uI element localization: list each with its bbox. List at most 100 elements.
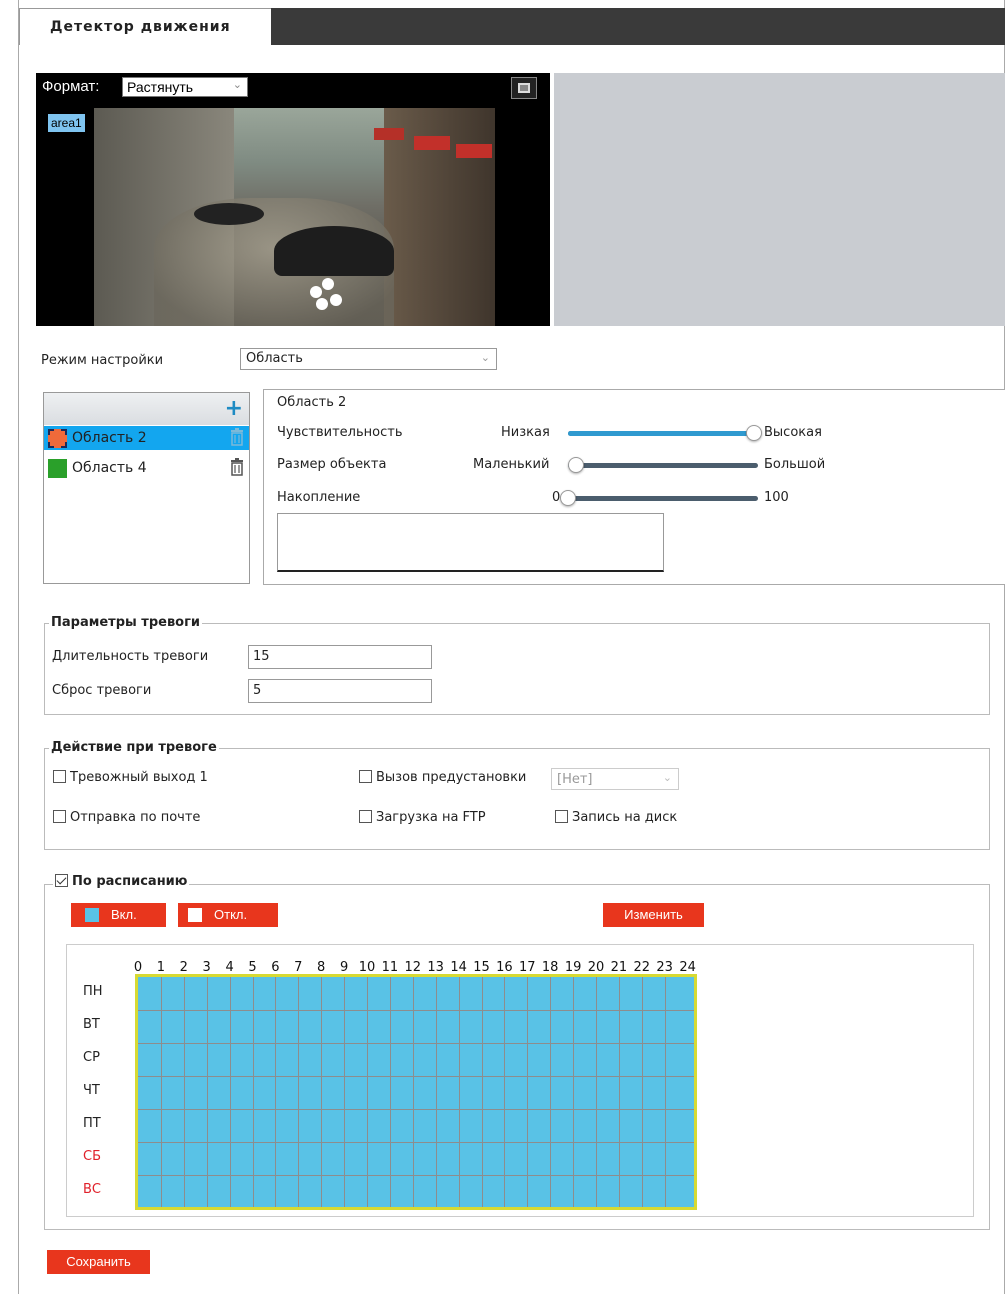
grid-line: [641, 977, 643, 1207]
day-label: ВТ: [83, 1017, 100, 1032]
hour-label: 10: [358, 960, 376, 975]
object-size-slider[interactable]: [568, 456, 758, 474]
save-button[interactable]: Сохранить: [47, 1250, 150, 1274]
format-select[interactable]: Растянуть ⌄: [122, 77, 248, 97]
grid-line: [412, 977, 414, 1207]
hour-label: 23: [656, 960, 673, 975]
preset-call-label: Вызов предустановки: [376, 770, 527, 785]
grid-line: [138, 1076, 694, 1077]
hour-label: 18: [541, 960, 559, 975]
chevron-down-icon: ⌄: [662, 771, 672, 784]
grid-line: [298, 977, 300, 1207]
fullscreen-button[interactable]: [511, 77, 537, 99]
schedule-on-button[interactable]: Вкл.: [71, 903, 166, 927]
hour-label: 24: [679, 960, 696, 975]
hour-label: 0: [133, 960, 143, 975]
hour-label: 12: [404, 960, 422, 975]
accumulation-slider[interactable]: [560, 489, 758, 507]
alarm-output-checkbox[interactable]: [53, 770, 66, 783]
preset-call-option[interactable]: Вызов предустановки: [359, 770, 526, 785]
schedule-grid[interactable]: [135, 974, 697, 1210]
grid-line: [183, 977, 185, 1207]
area-color-swatch: [48, 429, 67, 448]
alarm-duration-label: Длительность тревоги: [52, 649, 209, 664]
ftp-upload-option[interactable]: Загрузка на FTP: [359, 810, 486, 825]
schedule-checkbox[interactable]: [55, 874, 68, 887]
grid-line: [138, 1142, 694, 1143]
schedule-off-label: Откл.: [214, 907, 248, 922]
hour-label: 16: [496, 960, 513, 975]
hour-label: 21: [610, 960, 628, 975]
ftp-upload-checkbox[interactable]: [359, 810, 372, 823]
trash-icon[interactable]: [230, 428, 244, 446]
area-list-item[interactable]: Область 4: [44, 456, 249, 480]
setup-mode-select[interactable]: Область ⌄: [240, 348, 497, 370]
schedule-off-button[interactable]: Откл.: [178, 903, 278, 927]
alarm-actions-fieldset: [44, 748, 990, 850]
video-toolbar: Формат: Растянуть ⌄: [36, 73, 550, 101]
camera-image: [94, 108, 495, 326]
alarm-reset-label: Сброс тревоги: [52, 683, 152, 698]
add-area-button[interactable]: +: [225, 398, 243, 420]
alarm-actions-legend: Действие при тревоге: [49, 740, 219, 755]
hour-label: 13: [427, 960, 444, 975]
disk-record-checkbox[interactable]: [555, 810, 568, 823]
send-mail-option[interactable]: Отправка по почте: [53, 810, 200, 825]
trash-icon[interactable]: [230, 458, 244, 476]
off-swatch: [188, 908, 202, 922]
video-preview[interactable]: Формат: Растянуть ⌄ area1: [36, 73, 550, 326]
schedule-label: По расписанию: [72, 874, 188, 889]
day-label: ЧТ: [83, 1083, 100, 1098]
schedule-on-label: Вкл.: [111, 907, 137, 922]
preset-select[interactable]: [Нет] ⌄: [551, 768, 679, 790]
tab-motion-detector[interactable]: Детектор движения: [19, 8, 271, 45]
day-label: СР: [83, 1050, 100, 1065]
grid-line: [550, 977, 552, 1207]
sensitivity-slider[interactable]: [568, 424, 762, 442]
area-name: Область 2: [72, 430, 147, 446]
object-size-max-label: Большой: [764, 457, 826, 472]
area-list-item[interactable]: Область 2: [44, 426, 249, 450]
grid-line: [229, 977, 231, 1207]
alarm-duration-input[interactable]: 15: [248, 645, 432, 669]
area-list-header: +: [44, 393, 249, 425]
alarm-output-label: Тревожный выход 1: [70, 770, 208, 785]
grid-line: [138, 1043, 694, 1044]
hour-label: 11: [381, 960, 399, 975]
hour-label: 3: [202, 960, 211, 975]
grid-line: [573, 977, 575, 1207]
hour-label: 19: [564, 960, 582, 975]
slider-knob[interactable]: [568, 457, 584, 473]
day-label: ПТ: [83, 1116, 101, 1131]
chevron-down-icon: ⌄: [232, 79, 242, 91]
area-props-title: Область 2: [277, 395, 347, 410]
disk-record-label: Запись на диск: [572, 810, 678, 825]
alarm-params-legend: Параметры тревоги: [49, 615, 203, 630]
alarm-reset-input[interactable]: 5: [248, 679, 432, 703]
hour-label: 14: [450, 960, 467, 975]
alarm-output-option[interactable]: Тревожный выход 1: [53, 770, 208, 785]
preset-call-checkbox[interactable]: [359, 770, 372, 783]
page-frame: Детектор движения Формат: Растянуть ⌄ ar…: [18, 0, 1005, 1294]
hour-label: 22: [633, 960, 651, 975]
hour-label: 9: [339, 960, 349, 975]
hour-label: 5: [248, 960, 257, 975]
send-mail-checkbox[interactable]: [53, 810, 66, 823]
schedule-legend[interactable]: По расписанию: [53, 874, 190, 889]
area-tag[interactable]: area1: [48, 114, 85, 132]
slider-knob[interactable]: [560, 490, 576, 506]
hour-label: 1: [156, 960, 166, 975]
grid-line: [138, 1109, 694, 1110]
slider-knob[interactable]: [746, 425, 762, 441]
grid-line: [138, 1010, 694, 1011]
hour-label: 2: [179, 960, 188, 975]
grid-line: [321, 977, 323, 1207]
grid-line: [618, 977, 620, 1207]
day-label: СБ: [83, 1149, 101, 1164]
disk-record-option[interactable]: Запись на диск: [555, 810, 677, 825]
grid-line: [664, 977, 666, 1207]
schedule-edit-button[interactable]: Изменить: [603, 903, 704, 927]
on-swatch: [85, 908, 99, 922]
area-text-box[interactable]: [277, 513, 664, 572]
preset-value: [Нет]: [557, 772, 593, 787]
